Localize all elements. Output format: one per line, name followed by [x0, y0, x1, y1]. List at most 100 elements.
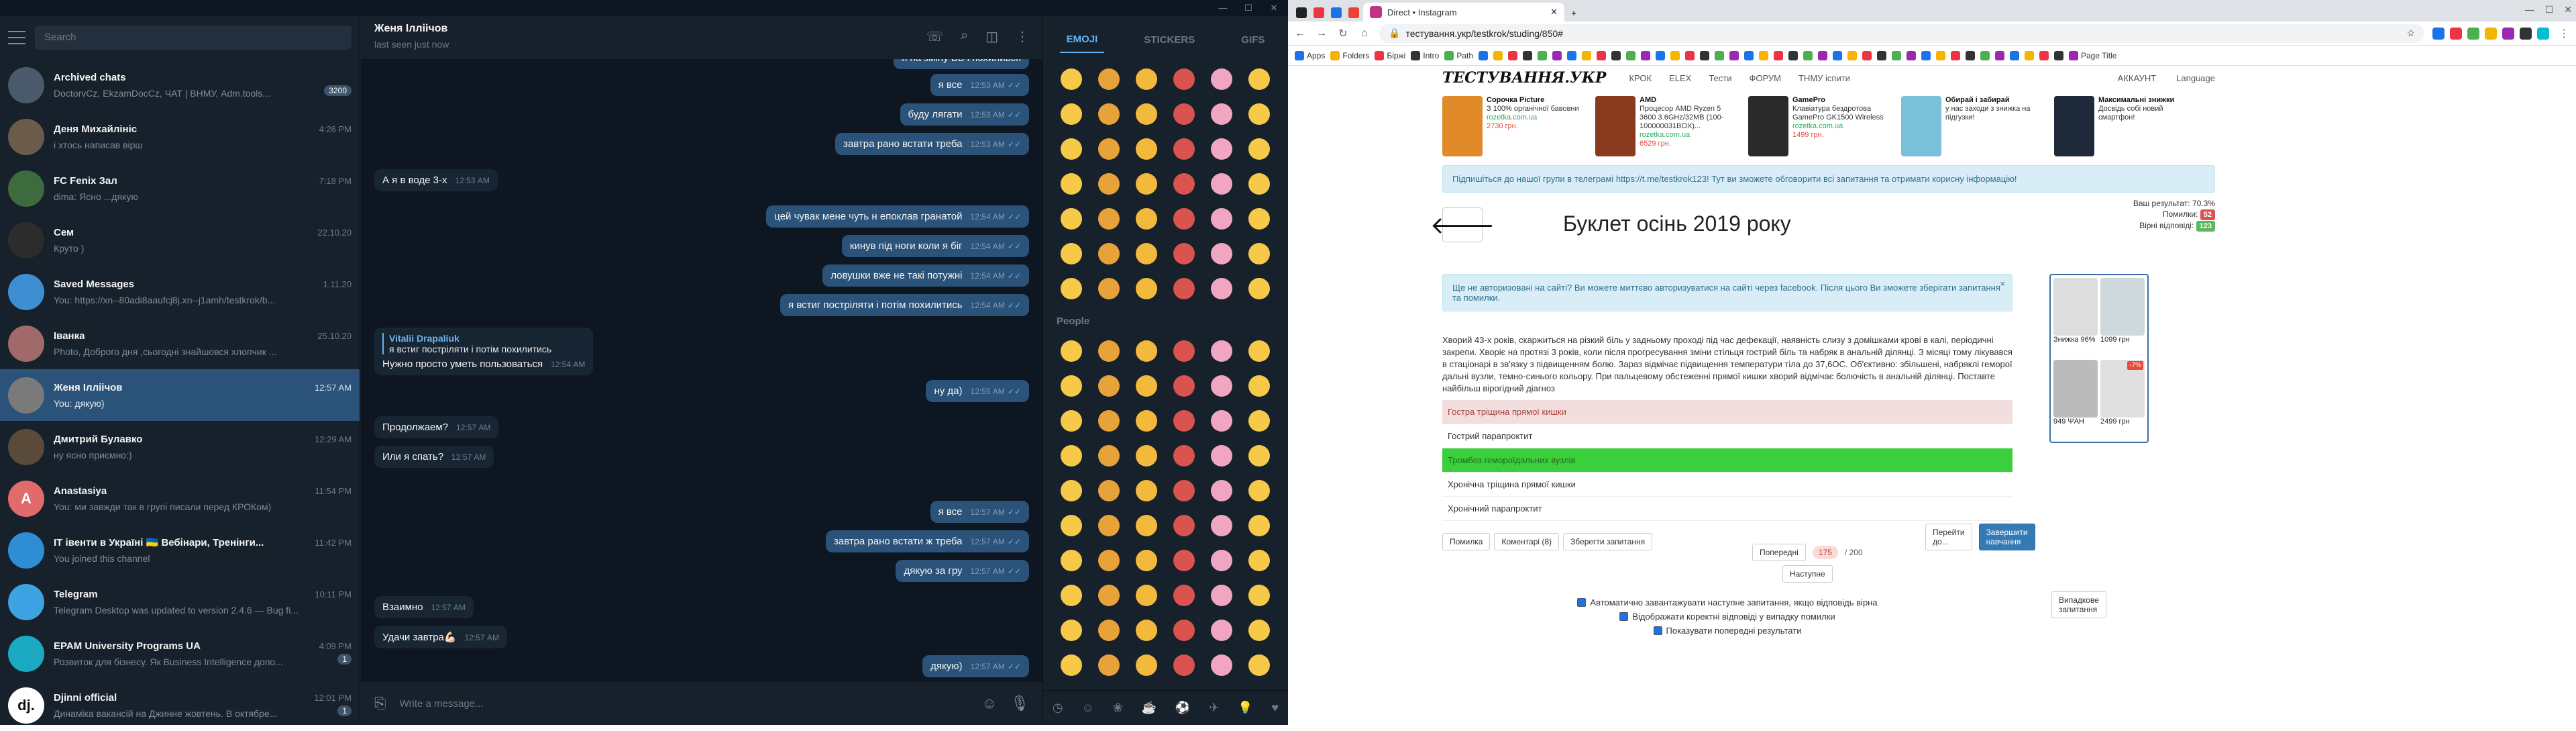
- emoji-icon[interactable]: [1091, 509, 1126, 542]
- emoji-icon[interactable]: [1242, 63, 1277, 95]
- emoji-icon[interactable]: [1204, 579, 1239, 612]
- emoji-icon[interactable]: [1091, 440, 1126, 472]
- message-bubble[interactable]: цей чувак мене чуть н епоклав гранатой 12…: [766, 205, 1029, 228]
- emoji-icon[interactable]: [1242, 168, 1277, 200]
- back-arrow-icon[interactable]: 🡐: [1430, 207, 1495, 242]
- emoji-icon[interactable]: [1129, 203, 1164, 235]
- emoji-icon[interactable]: [1242, 238, 1277, 270]
- message-bubble[interactable]: завтра рано встати ж треба 12:57 AM ✓✓: [825, 530, 1029, 552]
- bookmark-favicon[interactable]: [1729, 50, 1739, 60]
- object-icon[interactable]: 💡: [1238, 701, 1252, 715]
- nav-tnmu[interactable]: ТНМУ іспити: [1799, 73, 1850, 83]
- emoji-icon[interactable]: [1054, 168, 1089, 200]
- emoji-icon[interactable]: [1129, 544, 1164, 577]
- minimize-icon[interactable]: —: [1213, 1, 1233, 15]
- attach-icon[interactable]: ⎘: [374, 695, 386, 712]
- emoji-icon[interactable]: [1167, 133, 1201, 165]
- bookmark-favicon[interactable]: [1862, 50, 1872, 60]
- emoji-icon[interactable]: [1204, 335, 1239, 367]
- bookmark-favicon[interactable]: [1907, 50, 1916, 60]
- chat-list-item[interactable]: Archived chats DoctorvCz, EkzamDocCz, ЧАТ…: [0, 59, 360, 111]
- bookmark-favicon[interactable]: [1685, 50, 1695, 60]
- emoji-icon[interactable]: [1054, 63, 1089, 95]
- emoji-icon[interactable]: [1129, 273, 1164, 305]
- reply-quote[interactable]: Vitalii Drapaliuk я встиг постріляти і по…: [382, 333, 585, 354]
- microphone-icon[interactable]: 🎙: [1010, 695, 1029, 712]
- emoji-icon[interactable]: [1167, 168, 1201, 200]
- emoji-icon[interactable]: [1167, 98, 1201, 130]
- bookmark-favicon[interactable]: [1538, 50, 1547, 60]
- nav-elex[interactable]: ELEX: [1669, 73, 1691, 83]
- bookmark-item[interactable]: Біржі: [1375, 50, 1405, 60]
- checkbox-show-results[interactable]: Показувати попередні результати: [1653, 626, 1801, 636]
- message-input[interactable]: Write a message...: [400, 698, 969, 710]
- bookmark-favicon[interactable]: [2010, 50, 2019, 60]
- report-error-button[interactable]: Помилка: [1442, 533, 1491, 550]
- bookmark-favicon[interactable]: [1759, 50, 1768, 60]
- emoji-icon[interactable]: [1054, 133, 1089, 165]
- emoji-icon[interactable]: [1054, 273, 1089, 305]
- emoji-icon[interactable]: [1204, 63, 1239, 95]
- message-bubble[interactable]: ловушки вже не такі потужні 12:54 AM ✓✓: [822, 264, 1029, 287]
- tab-gifs[interactable]: GIFS: [1234, 28, 1271, 52]
- emoji-icon[interactable]: [1054, 475, 1089, 507]
- bookmark-item[interactable]: Apps: [1295, 50, 1325, 60]
- emoji-icon[interactable]: [1091, 405, 1126, 437]
- emoji-icon[interactable]: [1204, 133, 1239, 165]
- emoji-icon[interactable]: [1242, 273, 1277, 305]
- bookmark-favicon[interactable]: [1597, 50, 1606, 60]
- chat-list-item[interactable]: A Anastasiya 11:54 PM You: ми завжди так в …: [0, 473, 360, 524]
- emoji-icon[interactable]: [1129, 475, 1164, 507]
- smile-icon[interactable]: ☺: [1081, 701, 1093, 715]
- chat-list-item[interactable]: IT івенти в Україні 🇺🇦 Вебінари, Тренінг…: [0, 524, 360, 576]
- tab-favicon[interactable]: [1328, 4, 1344, 21]
- bookmark-item[interactable]: Folders: [1330, 50, 1369, 60]
- emoji-icon[interactable]: [1167, 649, 1201, 681]
- sport-icon[interactable]: ⚽: [1175, 701, 1190, 715]
- search-input[interactable]: Search: [35, 26, 352, 50]
- bookmark-favicon[interactable]: [1877, 50, 1886, 60]
- reload-icon[interactable]: ↻: [1336, 27, 1350, 40]
- ad-item[interactable]: Сорочка Picture З 100% органічної бавовни…: [1442, 96, 1583, 156]
- bookmark-favicon[interactable]: [1980, 50, 1990, 60]
- message-bubble[interactable]: ну да) 12:55 AM ✓✓: [926, 380, 1029, 402]
- current-page[interactable]: 175: [1812, 546, 1838, 559]
- chat-list-item[interactable]: Іванка 25.10.20 Photo, Доброго дня ,сьогод…: [0, 318, 360, 369]
- message-bubble[interactable]: Взаимно 12:57 AM: [374, 596, 474, 618]
- product-item[interactable]: 949 ΨAH: [2053, 360, 2098, 439]
- emoji-icon[interactable]: [1129, 405, 1164, 437]
- extension-icon[interactable]: [2450, 27, 2462, 40]
- emoji-icon[interactable]: [1204, 544, 1239, 577]
- emoji-icon[interactable]: [1054, 544, 1089, 577]
- back-icon[interactable]: ←: [1293, 28, 1307, 40]
- chat-list-item[interactable]: Сем 22.10.20 Круто ): [0, 214, 360, 266]
- emoji-icon[interactable]: [1204, 649, 1239, 681]
- close-alert-icon[interactable]: ×: [2000, 279, 2005, 289]
- message-bubble[interactable]: Или я спать? 12:57 AM: [374, 446, 494, 468]
- answer-option[interactable]: Гостра тріщина прямої кишки: [1442, 400, 2012, 424]
- save-question-button[interactable]: Зберегти запитання: [1563, 533, 1653, 550]
- emoji-icon[interactable]: [1204, 614, 1239, 646]
- message-bubble[interactable]: кинув під ноги коли я біг 12:54 AM ✓✓: [841, 235, 1029, 257]
- emoji-icon[interactable]: [1204, 238, 1239, 270]
- emoji-icon[interactable]: [1091, 544, 1126, 577]
- checkbox-auto-next[interactable]: Автоматично завантажувати наступне запит…: [1577, 597, 1878, 607]
- maximize-icon[interactable]: ☐: [2545, 4, 2554, 15]
- travel-icon[interactable]: ✈: [1209, 701, 1219, 715]
- extension-icon[interactable]: [2485, 27, 2497, 40]
- emoji-icon[interactable]: [1054, 335, 1089, 367]
- emoji-icon[interactable]: [1242, 579, 1277, 612]
- address-bar[interactable]: 🔒 тестування.укр/testkrok/studing/850# ☆: [1379, 23, 2424, 43]
- emoji-icon[interactable]: [1167, 579, 1201, 612]
- emoji-icon[interactable]: [1091, 649, 1126, 681]
- emoji-icon[interactable]: [1242, 544, 1277, 577]
- message-bubble[interactable]: я все 12:57 AM ✓✓: [930, 501, 1029, 523]
- emoji-icon[interactable]: [1054, 509, 1089, 542]
- message-bubble[interactable]: А я в воде 3-х 12:53 AM: [374, 169, 498, 191]
- emoji-icon[interactable]: [1091, 579, 1126, 612]
- bookmark-favicon[interactable]: [1508, 50, 1517, 60]
- emoji-icon[interactable]: [1091, 273, 1126, 305]
- extension-icon[interactable]: [2537, 27, 2549, 40]
- answer-option[interactable]: Хронічна тріщина прямої кишки: [1442, 473, 2012, 497]
- emoji-icon[interactable]: [1167, 509, 1201, 542]
